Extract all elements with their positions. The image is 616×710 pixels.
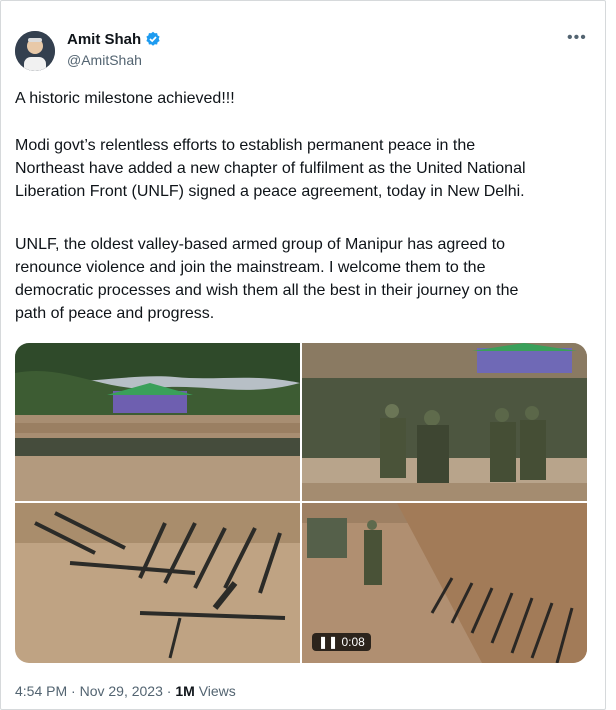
tweet-text-line-1: A historic milestone achieved!!! [15, 90, 235, 107]
avatar[interactable] [15, 31, 55, 71]
text-line: renounce violence and join the mainstrea… [15, 259, 486, 276]
photo-formation[interactable] [15, 343, 300, 501]
tweet-paragraph-2: Modi govt’s relentless efforts to establ… [15, 134, 595, 203]
media-grid: ❚❚ 0:08 [15, 343, 587, 663]
verified-badge-icon [145, 31, 161, 47]
text-line: UNLF, the oldest valley-based armed grou… [15, 236, 506, 253]
pause-icon: ❚❚ [318, 635, 339, 649]
author-name[interactable]: Amit Shah [67, 31, 161, 48]
tweet-date[interactable]: Nov 29, 2023 [80, 683, 163, 699]
views-count: 1M [175, 683, 195, 699]
author-name-text: Amit Shah [67, 31, 142, 48]
tweet-meta: 4:54 PM · Nov 29, 2023 · 1M Views [15, 683, 236, 699]
tweet-card: Amit Shah @AmitShah ••• A historic miles… [0, 0, 606, 710]
more-icon[interactable]: ••• [567, 29, 587, 47]
video-duration-badge[interactable]: ❚❚ 0:08 [312, 633, 371, 651]
views-label: Views [198, 683, 236, 699]
text-line: path of peace and progress. [15, 305, 215, 322]
text-line: Liberation Front (UNLF) signed a peace a… [15, 183, 525, 200]
tweet-time[interactable]: 4:54 PM [15, 683, 67, 699]
text-line: democratic processes and wish them all t… [15, 282, 519, 299]
photo-weapons[interactable] [15, 503, 300, 663]
photo-cadres[interactable] [302, 343, 587, 501]
text-line: Modi govt’s relentless efforts to establ… [15, 137, 476, 154]
author-handle[interactable]: @AmitShah [67, 52, 142, 68]
text-line: Northeast have added a new chapter of fu… [15, 160, 526, 177]
meta-separator: · [71, 683, 80, 699]
video-duration: 0:08 [341, 635, 365, 649]
tweet-paragraph-3: UNLF, the oldest valley-based armed grou… [15, 233, 595, 325]
video-thumbnail[interactable]: ❚❚ 0:08 [302, 503, 587, 663]
